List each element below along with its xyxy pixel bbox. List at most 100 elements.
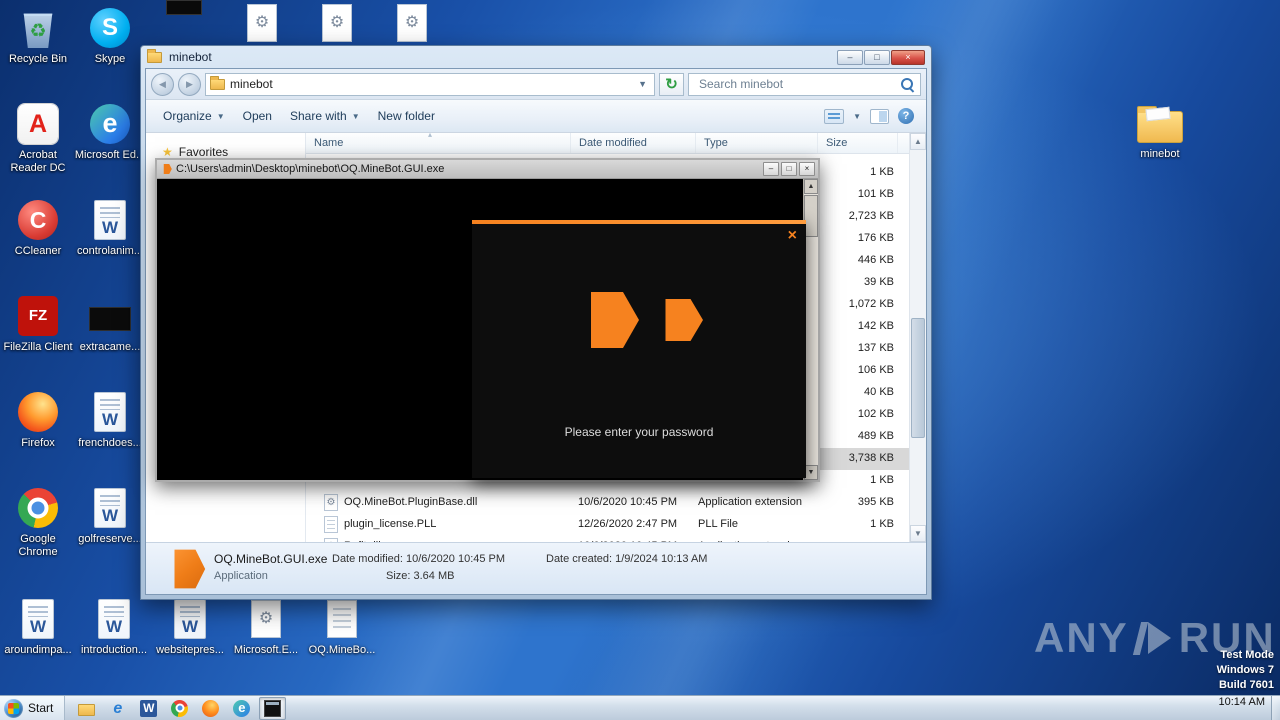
desktop-icon-label: Acrobat Reader DC bbox=[10, 149, 66, 175]
favorites-label[interactable]: Favorites bbox=[179, 145, 228, 159]
firefox-icon bbox=[202, 699, 220, 717]
forward-button[interactable]: ▶ bbox=[178, 72, 201, 96]
column-header-size[interactable]: Size bbox=[818, 133, 898, 153]
taskbar-button[interactable] bbox=[197, 697, 224, 720]
desktop-icon[interactable]: websitepres... bbox=[152, 596, 228, 686]
desktop-icon[interactable]: Microsoft Ed... bbox=[72, 101, 148, 191]
change-view-icon[interactable] bbox=[824, 108, 845, 124]
desktop-icon[interactable]: golfreserve... bbox=[72, 485, 148, 575]
desktop-icon-label: Microsoft Ed... bbox=[74, 149, 146, 161]
chevron-down-icon[interactable]: ▼ bbox=[635, 79, 650, 89]
back-button[interactable]: ◀ bbox=[151, 72, 174, 96]
scroll-up-icon[interactable]: ▲ bbox=[910, 133, 926, 150]
column-header-name[interactable]: Name bbox=[306, 130, 571, 153]
file-size: 39 KB bbox=[864, 276, 894, 288]
desktop-icon[interactable]: Skype bbox=[72, 5, 148, 95]
taskbar-button[interactable] bbox=[104, 697, 131, 720]
taskbar-button[interactable] bbox=[166, 697, 193, 720]
desktop-icon[interactable]: OQ.MineBo... bbox=[304, 596, 380, 686]
new-folder-button[interactable]: New folder bbox=[369, 104, 444, 128]
gear-file-icon[interactable] bbox=[322, 4, 352, 42]
desktop-icon[interactable]: aroundimpa... bbox=[0, 596, 76, 686]
dll-file-icon bbox=[324, 494, 338, 511]
desktop-icon[interactable]: introduction... bbox=[76, 596, 152, 686]
refresh-button[interactable]: ↻ bbox=[659, 72, 684, 96]
chevron-down-icon: ▼ bbox=[351, 111, 360, 121]
file-date: 12/26/2020 2:47 PM bbox=[578, 518, 678, 530]
file-size: 1 KB bbox=[870, 166, 894, 178]
start-button[interactable]: Start bbox=[0, 696, 66, 720]
taskbar: Start 10:14 AM bbox=[0, 695, 1280, 720]
desktop-icon[interactable]: Firefox bbox=[0, 389, 76, 479]
desktop-icons-right: minebot bbox=[1122, 100, 1198, 190]
desktop-icon[interactable]: FileZilla Client bbox=[0, 293, 76, 383]
scrollbar-thumb[interactable] bbox=[911, 318, 925, 438]
taskbar-button[interactable] bbox=[228, 697, 255, 720]
desktop-icon[interactable]: Google Chrome bbox=[0, 485, 76, 575]
taskbar-clock[interactable]: 10:14 AM bbox=[1213, 696, 1271, 720]
column-header-date-modified[interactable]: Date modified bbox=[571, 133, 696, 153]
word-doc-icon bbox=[94, 392, 126, 432]
column-header-type[interactable]: Type bbox=[696, 133, 818, 153]
minebot-app-icon bbox=[174, 549, 206, 589]
organize-button[interactable]: Organize ▼ bbox=[154, 104, 234, 128]
close-button[interactable]: × bbox=[891, 49, 925, 65]
scroll-down-icon[interactable]: ▼ bbox=[804, 465, 818, 480]
word-doc-icon bbox=[174, 599, 206, 639]
console-title: C:\Users\admin\Desktop\minebot\OQ.MineBo… bbox=[176, 163, 445, 175]
address-bar[interactable]: minebot ▼ bbox=[205, 72, 655, 96]
explorer-titlebar[interactable]: minebot – □ × bbox=[141, 46, 931, 68]
exe-icon bbox=[163, 163, 172, 175]
desktop-icon[interactable]: Acrobat Reader DC bbox=[0, 101, 76, 191]
desktop-icon[interactable]: CCleaner bbox=[0, 197, 76, 287]
console-titlebar[interactable]: C:\Users\admin\Desktop\minebot\OQ.MineBo… bbox=[157, 160, 818, 179]
maximize-button[interactable]: □ bbox=[864, 49, 890, 65]
maximize-button[interactable]: □ bbox=[781, 162, 797, 176]
folder-icon bbox=[1137, 106, 1183, 143]
file-row[interactable]: OQ.MineBot.PluginBase.dll 10/6/2020 10:4… bbox=[306, 492, 909, 514]
scroll-down-icon[interactable]: ▼ bbox=[910, 525, 926, 542]
desktop-icon[interactable]: controlanim... bbox=[72, 197, 148, 287]
desktop-icon[interactable]: extracame... bbox=[72, 293, 148, 383]
preview-pane-icon[interactable] bbox=[870, 108, 889, 124]
show-desktop-button[interactable] bbox=[1271, 696, 1280, 720]
search-icon[interactable] bbox=[899, 76, 916, 93]
desktop-icon-label: Firefox bbox=[21, 437, 55, 449]
taskbar-button[interactable] bbox=[135, 697, 162, 720]
share-with-button[interactable]: Share with ▼ bbox=[281, 104, 369, 128]
hexagon-icon bbox=[665, 299, 703, 341]
search-box[interactable] bbox=[688, 72, 921, 96]
dark-thumbnail-icon[interactable] bbox=[166, 0, 202, 15]
search-input[interactable] bbox=[697, 76, 899, 92]
gear-file-icon[interactable] bbox=[397, 4, 427, 42]
minimize-button[interactable]: – bbox=[837, 49, 863, 65]
test-mode-label: Test Mode Windows 7 Build 7601 bbox=[1216, 649, 1274, 691]
taskbar-button[interactable] bbox=[259, 696, 287, 720]
desktop-icon[interactable]: frenchdoes... bbox=[72, 389, 148, 479]
minimize-button[interactable]: – bbox=[763, 162, 779, 176]
vertical-scrollbar[interactable]: ▲ ▼ bbox=[909, 133, 926, 542]
open-button[interactable]: Open bbox=[234, 104, 281, 128]
file-size: 101 KB bbox=[857, 188, 894, 200]
acrobat-icon bbox=[18, 104, 58, 144]
close-icon[interactable]: × bbox=[788, 228, 797, 244]
scrollbar-thumb[interactable] bbox=[804, 195, 818, 237]
desktop-icon[interactable]: minebot bbox=[1122, 100, 1198, 190]
chevron-down-icon[interactable]: ▼ bbox=[853, 112, 861, 121]
gear-file-icon[interactable] bbox=[247, 4, 277, 42]
desktop-icon-label: CCleaner bbox=[14, 245, 62, 257]
file-size: 489 KB bbox=[857, 430, 894, 442]
taskbar-button[interactable] bbox=[73, 697, 100, 719]
scroll-up-icon[interactable]: ▲ bbox=[804, 179, 818, 194]
details-date-created: Date created: 1/9/2024 10:13 AM bbox=[546, 553, 708, 565]
file-size: 1 KB bbox=[870, 474, 894, 486]
folder-icon bbox=[147, 48, 162, 63]
file-type: PLL File bbox=[698, 518, 738, 530]
desktop-icon[interactable]: Microsoft.E... bbox=[228, 596, 304, 686]
file-row[interactable]: plugin_license.PLL 12/26/2020 2:47 PM PL… bbox=[306, 514, 909, 536]
desktop-icon[interactable]: Recycle Bin bbox=[0, 5, 76, 95]
desktop: ANY RUN Test Mode Windows 7 Build 7601 R… bbox=[0, 0, 1280, 720]
close-button[interactable]: × bbox=[799, 162, 815, 176]
help-icon[interactable]: ? bbox=[898, 108, 914, 124]
firefox-icon bbox=[18, 392, 58, 432]
